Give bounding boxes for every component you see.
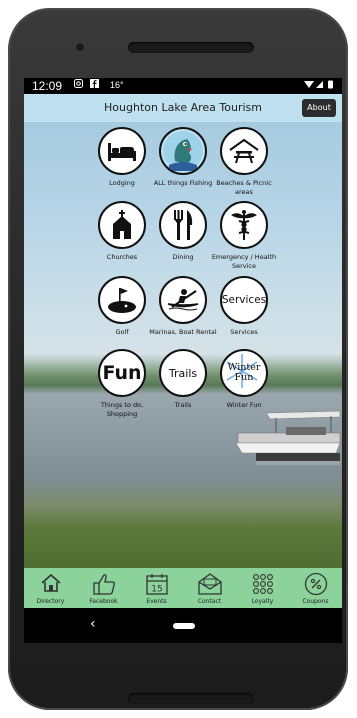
bed-icon	[98, 127, 146, 175]
tile-label: Emergency / Health Service	[211, 253, 277, 270]
nav-label: Directory	[36, 598, 65, 605]
nav-label: Facebook	[89, 598, 118, 605]
status-bar: 12:09 16°	[24, 78, 342, 94]
services-text-icon: Services	[220, 276, 268, 324]
fish-icon	[159, 127, 207, 175]
tile-services[interactable]: Services Services	[208, 276, 280, 337]
nav-label: Loyalty	[251, 598, 274, 605]
kayak-icon	[159, 276, 207, 324]
home-pill-button[interactable]	[173, 623, 195, 629]
tile-winter-fun[interactable]: Winter Fun Winter Fun	[208, 349, 280, 410]
fork-knife-icon	[159, 201, 207, 249]
trails-text-icon: Trails	[159, 349, 207, 397]
front-camera	[74, 41, 86, 53]
nav-contact[interactable]: Contact	[183, 568, 236, 608]
bottom-navigation: Directory Facebook 15 Events Contact Loy…	[24, 568, 342, 608]
screen: 12:09 16° Houghton Lake Area Tourism Abo…	[24, 78, 342, 643]
nav-coupons[interactable]: Coupons	[289, 568, 342, 608]
app-bar: Houghton Lake Area Tourism About	[24, 94, 342, 122]
app-title: Houghton Lake Area Tourism	[104, 101, 262, 114]
status-temperature: 16°	[110, 80, 124, 90]
signal-battery-icon	[304, 80, 333, 89]
golf-icon	[98, 276, 146, 324]
nav-directory[interactable]: Directory	[24, 568, 77, 608]
nav-label: Coupons	[302, 598, 329, 605]
calendar-icon: 15	[145, 574, 168, 595]
home-icon	[40, 573, 61, 592]
thumbs-up-icon	[92, 574, 115, 595]
dots-grid-icon	[252, 574, 273, 594]
church-icon	[98, 201, 146, 249]
category-grid: Lodging ALL things Fishing Beaches & Pic…	[24, 122, 342, 522]
status-right-icons	[304, 80, 336, 92]
nav-facebook[interactable]: Facebook	[77, 568, 130, 608]
about-button[interactable]: About	[302, 99, 336, 117]
tile-label: Winter Fun	[226, 401, 262, 409]
svg-text:15: 15	[151, 585, 162, 595]
envelope-icon	[197, 573, 222, 595]
fun-text-icon: Fun	[98, 349, 146, 397]
percent-icon	[304, 572, 327, 596]
earpiece-speaker	[128, 42, 254, 53]
tile-emergency[interactable]: Emergency / Health Service	[208, 201, 280, 271]
nav-label: Events	[146, 598, 167, 605]
status-time: 12:09	[32, 79, 63, 93]
notification-icons	[74, 79, 99, 90]
tile-beaches[interactable]: Beaches & Picnic areas	[208, 127, 280, 197]
tile-label: Services	[230, 328, 258, 336]
facebook-icon	[89, 79, 99, 88]
caduceus-icon	[220, 201, 268, 249]
instagram-icon	[74, 79, 83, 88]
system-navigation-bar: ‹	[24, 608, 342, 643]
tile-label: Beaches & Picnic areas	[216, 179, 272, 196]
nav-label: Contact	[197, 598, 222, 605]
back-icon[interactable]: ‹	[90, 616, 96, 632]
bottom-speaker	[128, 693, 254, 704]
directory-content: Lodging ALL things Fishing Beaches & Pic…	[24, 122, 342, 568]
picnic-table-icon	[220, 127, 268, 175]
winter-fun-text-icon: Winter Fun	[220, 349, 268, 397]
nav-events[interactable]: 15 Events	[130, 568, 183, 608]
nav-loyalty[interactable]: Loyalty	[236, 568, 289, 608]
